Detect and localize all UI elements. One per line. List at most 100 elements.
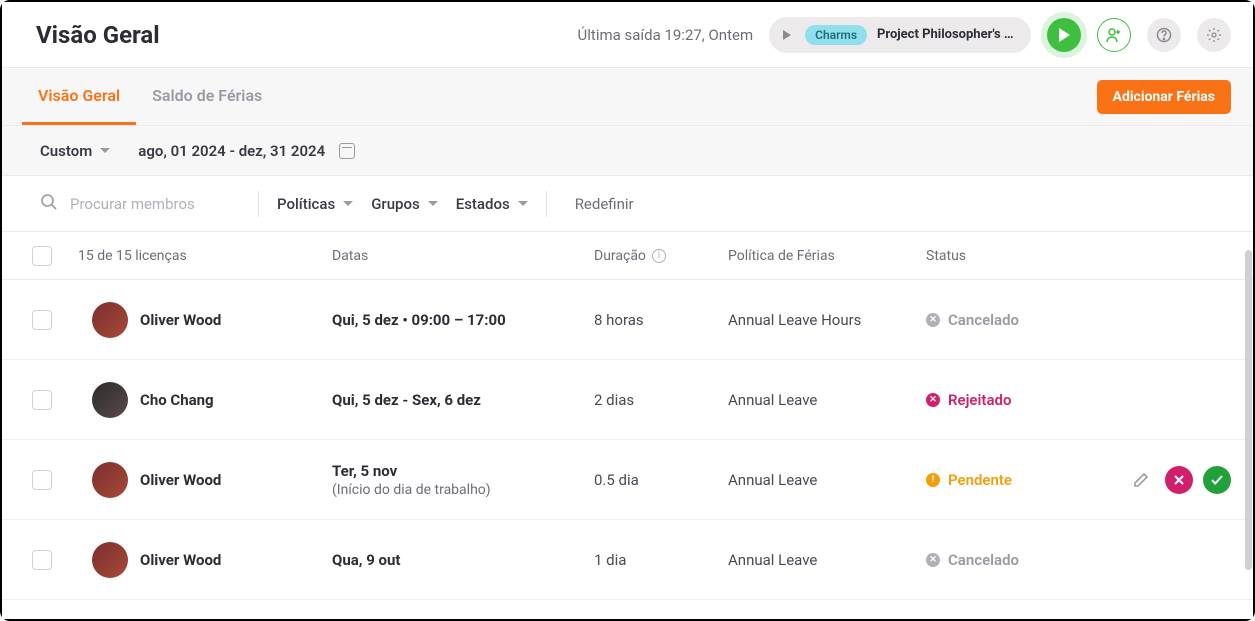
assign-user-button[interactable]	[1097, 18, 1131, 52]
divider	[258, 191, 259, 217]
status-cell: ! Pendente	[926, 471, 1096, 489]
table-row: Cho Chang Qui, 5 dez - Sex, 6 dez 2 dias…	[2, 360, 1253, 440]
member-cell: Cho Chang	[52, 382, 332, 418]
tab-overview[interactable]: Visão Geral	[22, 68, 136, 125]
tabs-row: Visão Geral Saldo de Férias Adicionar Fé…	[2, 68, 1253, 126]
status-cell: ✕ Rejeitado	[926, 391, 1096, 409]
dates-main: Qua, 9 out	[332, 551, 594, 569]
dates-cell: Qui, 5 dez • 09:00 – 17:00	[332, 311, 594, 329]
member-name: Oliver Wood	[140, 471, 221, 489]
select-all-checkbox[interactable]	[32, 246, 52, 266]
header-status: Status	[926, 248, 1096, 264]
row-checkbox[interactable]	[32, 390, 52, 410]
table-row: Oliver Wood Qua, 9 out 1 dia Annual Leav…	[2, 520, 1253, 600]
header-dates: Datas	[332, 248, 594, 264]
project-tag: Charms	[805, 25, 867, 45]
reject-button[interactable]	[1165, 466, 1193, 494]
avatar	[92, 542, 128, 578]
status-dot-icon: !	[926, 473, 940, 487]
row-actions	[1096, 466, 1233, 494]
status-cell: ✕ Cancelado	[926, 551, 1096, 569]
header-count: 15 de 15 licenças	[52, 248, 332, 264]
dates-sub: (Início do dia de trabalho)	[332, 482, 594, 498]
status-label: Pendente	[948, 471, 1012, 489]
chevron-down-icon	[100, 148, 110, 153]
date-range-label: ago, 01 2024 - dez, 31 2024	[138, 142, 325, 160]
member-cell: Oliver Wood	[52, 542, 332, 578]
add-vacation-button[interactable]: Adicionar Férias	[1097, 80, 1231, 114]
row-checkbox[interactable]	[32, 550, 52, 570]
status-dot-icon: ✕	[926, 553, 940, 567]
status-dot-icon: ✕	[926, 313, 940, 327]
avatar	[92, 302, 128, 338]
divider	[546, 191, 547, 217]
filter-states[interactable]: Estados	[456, 195, 528, 213]
settings-button[interactable]	[1197, 18, 1231, 52]
search-icon	[40, 193, 58, 215]
topbar-right: Última saída 19:27, Ontem Charms Project…	[578, 17, 1231, 53]
topbar: Visão Geral Última saída 19:27, Ontem Ch…	[2, 2, 1253, 68]
approve-button[interactable]	[1203, 466, 1231, 494]
edit-button[interactable]	[1127, 466, 1155, 494]
chevron-down-icon	[428, 201, 438, 206]
avatar	[92, 462, 128, 498]
row-checkbox[interactable]	[32, 310, 52, 330]
filter-groups[interactable]: Grupos	[371, 195, 438, 213]
member-cell: Oliver Wood	[52, 302, 332, 338]
dates-cell: Ter, 5 nov (Início do dia de trabalho)	[332, 462, 594, 498]
reset-filters[interactable]: Redefinir	[575, 195, 634, 213]
filter-groups-label: Grupos	[371, 195, 420, 213]
filter-states-label: Estados	[456, 195, 510, 213]
duration-cell: 2 dias	[594, 391, 728, 409]
tab-balance[interactable]: Saldo de Férias	[136, 68, 278, 125]
search-input[interactable]	[70, 195, 230, 213]
header-policy: Política de Férias	[728, 248, 926, 264]
page-title: Visão Geral	[36, 21, 160, 49]
chevron-down-icon	[343, 201, 353, 206]
calendar-icon	[339, 143, 355, 159]
table-row: Oliver Wood Qui, 5 dez • 09:00 – 17:00 8…	[2, 280, 1253, 360]
table-header: 15 de 15 licenças Datas Duração i Políti…	[2, 232, 1253, 280]
member-name: Oliver Wood	[140, 311, 221, 329]
table-row: Oliver Wood Ter, 5 nov (Início do dia de…	[2, 440, 1253, 520]
last-exit-text: Última saída 19:27, Ontem	[578, 26, 754, 44]
date-filter-row: Custom ago, 01 2024 - dez, 31 2024	[2, 126, 1253, 176]
tabs: Visão Geral Saldo de Férias	[22, 68, 278, 125]
status-cell: ✕ Cancelado	[926, 311, 1096, 329]
filter-row: Políticas Grupos Estados Redefinir	[2, 176, 1253, 232]
policy-cell: Annual Leave	[728, 391, 926, 409]
table-body: Oliver Wood Qui, 5 dez • 09:00 – 17:00 8…	[2, 280, 1253, 600]
status-label: Rejeitado	[948, 391, 1011, 409]
member-name: Oliver Wood	[140, 551, 221, 569]
duration-cell: 1 dia	[594, 551, 728, 569]
info-icon[interactable]: i	[652, 249, 666, 263]
date-range-picker[interactable]: ago, 01 2024 - dez, 31 2024	[138, 142, 355, 160]
dates-cell: Qua, 9 out	[332, 551, 594, 569]
policy-cell: Annual Leave	[728, 471, 926, 489]
duration-cell: 8 horas	[594, 311, 728, 329]
dates-cell: Qui, 5 dez - Sex, 6 dez	[332, 391, 594, 409]
status-label: Cancelado	[948, 311, 1019, 329]
play-button[interactable]	[1047, 18, 1081, 52]
play-mini-icon	[779, 27, 795, 43]
member-name: Cho Chang	[140, 391, 214, 409]
filter-policies[interactable]: Políticas	[277, 195, 353, 213]
member-cell: Oliver Wood	[52, 462, 332, 498]
dates-main: Qui, 5 dez - Sex, 6 dez	[332, 391, 594, 409]
date-mode-dropdown[interactable]: Custom	[40, 142, 110, 160]
help-button[interactable]	[1147, 18, 1181, 52]
project-name: Project Philosopher's St...	[877, 27, 1017, 42]
policy-cell: Annual Leave Hours	[728, 311, 926, 329]
filter-policies-label: Políticas	[277, 195, 335, 213]
header-duration-label: Duração	[594, 248, 646, 264]
avatar	[92, 382, 128, 418]
dates-main: Ter, 5 nov	[332, 462, 594, 480]
project-pill[interactable]: Charms Project Philosopher's St...	[769, 17, 1031, 53]
search-wrap	[40, 193, 240, 215]
scrollbar[interactable]	[1245, 250, 1252, 570]
policy-cell: Annual Leave	[728, 551, 926, 569]
row-checkbox[interactable]	[32, 470, 52, 490]
status-dot-icon: ✕	[926, 393, 940, 407]
status-label: Cancelado	[948, 551, 1019, 569]
date-mode-label: Custom	[40, 142, 92, 160]
